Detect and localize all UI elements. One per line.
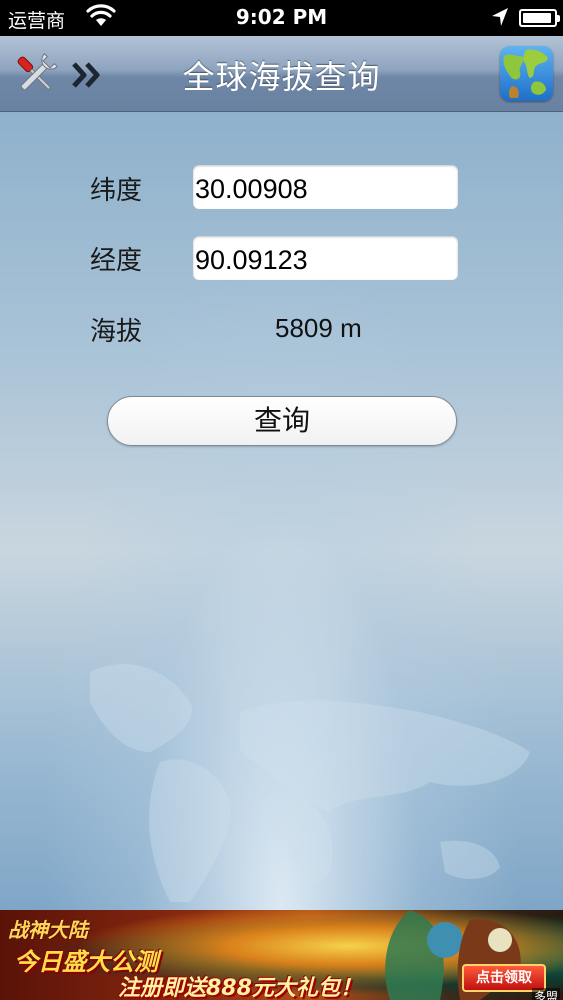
location-arrow-icon [490,6,510,33]
ad-source-label: 多盟 [532,988,561,1000]
page-title: 全球海拔查询 [182,58,381,96]
longitude-input[interactable] [193,236,458,280]
altitude-value: 5809 m [275,313,362,343]
world-map-background [90,663,530,902]
latitude-input[interactable] [193,165,458,209]
latitude-label: 纬度 [90,176,143,206]
ad-banner[interactable]: 战神大陆 今日盛大公测 注册即送888元大礼包！ 点击领取 多盟 [0,910,563,1000]
battery-icon [519,9,560,27]
battery-level [523,13,551,23]
status-bar: 运营商 9:02 PM [0,0,563,36]
status-time: 9:02 PM [235,5,328,29]
longitude-label: 经度 [90,246,143,276]
altitude-label: 海拔 [90,317,143,347]
ad-promo-text: 注册即送888元大礼包！ [118,976,362,1000]
globe-icon[interactable] [500,46,553,101]
nav-bar: 全球海拔查询 [0,36,563,112]
main-content: 纬度 经度 海拔 5809 m 查询 [0,112,563,910]
query-button[interactable]: 查询 [107,396,457,446]
ad-game-title: 战神大陆 [8,918,88,942]
